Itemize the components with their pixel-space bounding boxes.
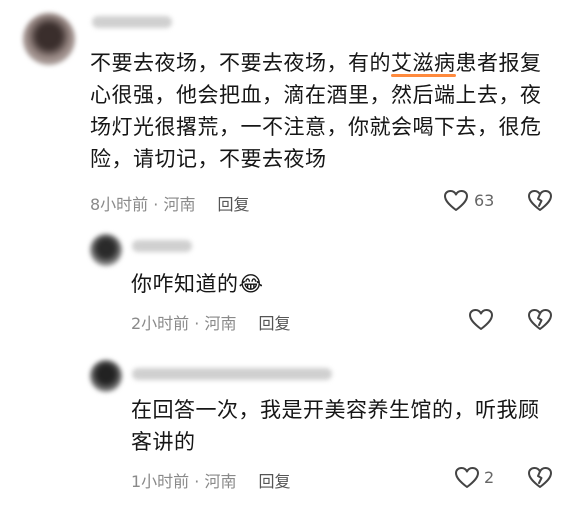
comment-time: 8小时前 · 河南	[90, 195, 196, 214]
laughing-emoji: 😂	[238, 272, 264, 296]
reply-button[interactable]: 回复	[258, 314, 290, 333]
broken-heart-icon[interactable]	[527, 466, 553, 490]
avatar[interactable]	[90, 234, 122, 266]
reply-button[interactable]: 回复	[217, 195, 249, 214]
comment-text: 不要去夜场，不要去夜场，有的艾滋病患者报复 心很强，他会把血，滴在酒里，然后端上…	[90, 51, 542, 171]
heart-icon[interactable]	[468, 308, 494, 332]
highlight-keyword[interactable]: 艾滋病	[391, 51, 456, 75]
like-count: 63	[474, 191, 495, 210]
comment-text: 你咋知道的😂	[131, 272, 264, 296]
username[interactable]	[132, 240, 192, 252]
username[interactable]	[132, 368, 332, 380]
broken-heart-icon[interactable]	[527, 308, 553, 332]
comment-time: 1小时前 · 河南	[131, 472, 237, 491]
reply-button[interactable]: 回复	[258, 472, 290, 491]
comment-time: 2小时前 · 河南	[131, 314, 237, 333]
comment-text: 在回答一次，我是开美容养生馆的，听我顾 客讲的	[131, 398, 540, 454]
comment-meta: 2小时前 · 河南 回复	[131, 310, 290, 334]
heart-icon[interactable]	[443, 189, 469, 213]
heart-icon[interactable]	[454, 466, 480, 490]
avatar[interactable]	[90, 360, 122, 392]
comment-meta: 8小时前 · 河南 回复	[90, 191, 249, 215]
comment-meta: 1小时前 · 河南 回复	[131, 468, 290, 492]
like-count: 2	[484, 468, 495, 487]
username[interactable]	[92, 16, 172, 28]
avatar[interactable]	[23, 13, 75, 65]
broken-heart-icon[interactable]	[527, 189, 553, 213]
